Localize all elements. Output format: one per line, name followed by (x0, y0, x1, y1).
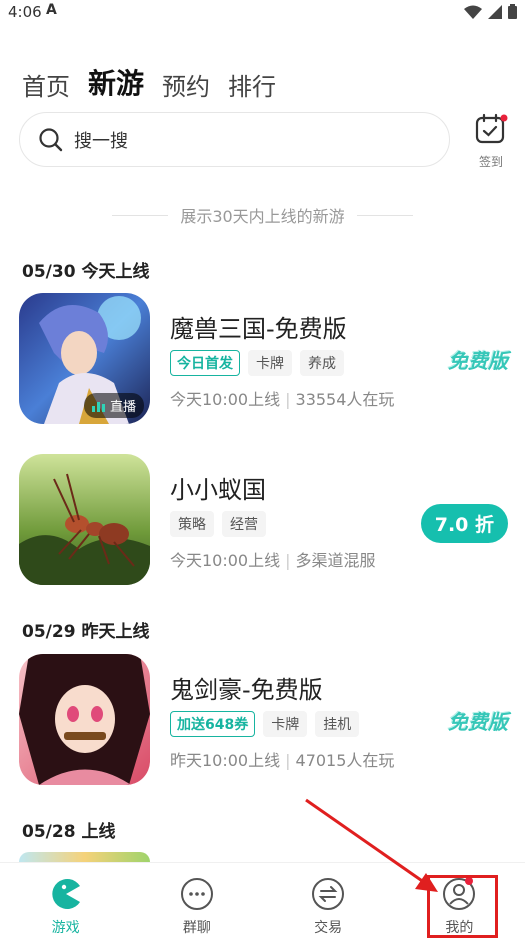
nav-label: 游戏 (51, 920, 80, 936)
wifi-icon (464, 5, 482, 19)
notice-divider: 展示30天内上线的新游 (0, 203, 525, 227)
annotation-highlight-box (427, 875, 498, 938)
search-placeholder: 搜一搜 (74, 130, 128, 152)
meta-separator: | (285, 751, 291, 770)
game-pacman-icon (51, 879, 80, 909)
game-item[interactable]: 小小蚁国 策略 经营 今天10:00上线 | 多渠道混服 7.0 折 (19, 454, 514, 586)
game-tags: 今日首发 卡牌 养成 (170, 350, 344, 376)
divider-right (356, 214, 413, 216)
nav-label: 群聊 (182, 920, 211, 936)
tag: 卡牌 (263, 711, 308, 737)
tab-home[interactable]: 首页 (22, 67, 70, 102)
section-date-0528: 05/28 上线 (22, 822, 116, 842)
server-info: 多渠道混服 (295, 551, 376, 570)
game-tags: 加送648券 卡牌 挂机 (170, 711, 360, 737)
status-bar: 4:06 A (0, 0, 525, 26)
free-version-badge[interactable]: 免费版 (448, 345, 508, 374)
tag: 策略 (170, 511, 214, 537)
exchange-icon (312, 878, 345, 910)
section-date-today: 05/30 今天上线 (22, 262, 150, 282)
live-bars-icon (91, 401, 105, 412)
game-item[interactable]: 鬼剑豪-免费版 加送648券 卡牌 挂机 昨天10:00上线 | 47015人在玩 … (19, 654, 514, 786)
status-time: 4:06 (8, 3, 42, 21)
live-label: 直播 (109, 400, 136, 415)
tag: 养成 (300, 350, 344, 376)
release-time: 今天10:00上线 (170, 551, 281, 570)
live-badge: 直播 (83, 393, 144, 418)
players-count: 47015人在玩 (295, 751, 395, 770)
top-tabs: 首页 新游 预约 排行 (22, 62, 276, 102)
players-count: 33554人在玩 (295, 390, 395, 409)
search-input[interactable]: 搜一搜 (19, 112, 450, 167)
game-title: 鬼剑豪-免费版 (170, 676, 323, 704)
tag: 卡牌 (248, 350, 292, 376)
battery-icon (508, 4, 517, 19)
divider-left (112, 214, 169, 216)
discount-badge[interactable]: 7.0 折 (420, 504, 508, 543)
nav-group-chat[interactable]: 群聊 (131, 863, 262, 941)
game-icon-image: 直播 (19, 293, 150, 424)
game-meta: 昨天10:00上线 | 47015人在玩 (170, 747, 394, 771)
chat-bubble-icon (180, 878, 213, 910)
game-title: 小小蚁国 (170, 476, 266, 504)
meta-separator: | (285, 390, 291, 409)
tab-new-games[interactable]: 新游 (88, 62, 144, 102)
game-icon-image (19, 454, 150, 585)
nav-games[interactable]: 游戏 (0, 863, 131, 941)
nav-trade[interactable]: 交易 (263, 863, 394, 941)
game-item[interactable]: 直播 魔兽三国-免费版 今日首发 卡牌 养成 今天10:00上线 | 33554人在… (19, 293, 514, 425)
signin-label: 签到 (478, 155, 503, 169)
signal-icon (488, 4, 502, 19)
game-tags: 策略 经营 (170, 511, 266, 537)
search-icon (39, 127, 63, 151)
tag-gift-coupon: 加送648券 (170, 711, 256, 737)
nav-label: 交易 (314, 920, 343, 936)
app-notification-icon: A (46, 2, 57, 18)
release-time: 今天10:00上线 (170, 390, 281, 409)
game-icon-image (19, 654, 150, 785)
tab-reserve[interactable]: 预约 (162, 67, 210, 102)
tab-ranking[interactable]: 排行 (228, 67, 276, 102)
status-icons (464, 4, 517, 19)
tag-first-launch: 今日首发 (170, 350, 240, 376)
game-title: 魔兽三国-免费版 (170, 315, 347, 343)
signin-button[interactable]: 签到 (470, 113, 512, 170)
notice-text: 展示30天内上线的新游 (180, 207, 345, 226)
tag: 经营 (222, 511, 266, 537)
section-date-yesterday: 05/29 昨天上线 (22, 622, 150, 642)
game-meta: 今天10:00上线 | 多渠道混服 (170, 547, 376, 571)
free-version-badge[interactable]: 免费版 (448, 706, 508, 735)
meta-separator: | (285, 551, 291, 570)
tag: 挂机 (315, 711, 360, 737)
calendar-check-icon (475, 113, 508, 144)
game-meta: 今天10:00上线 | 33554人在玩 (170, 386, 394, 410)
release-time: 昨天10:00上线 (170, 751, 281, 770)
